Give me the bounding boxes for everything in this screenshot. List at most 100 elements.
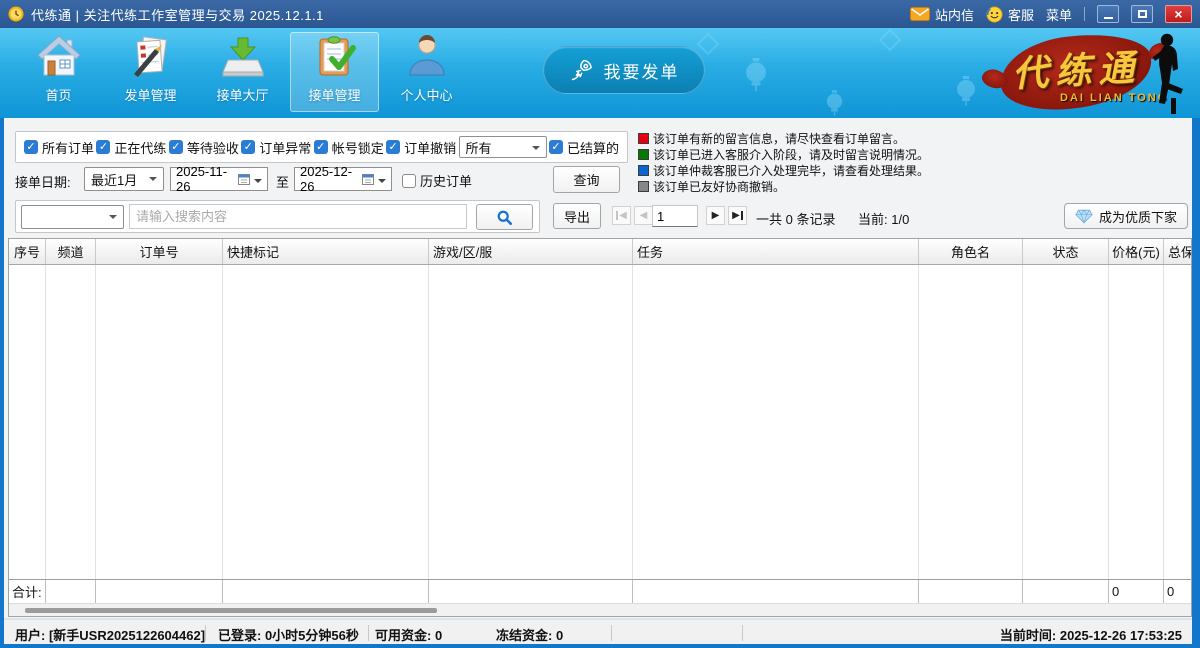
nav-items: 首页发单管理接单大厅接单管理个人中心	[14, 32, 474, 112]
date-to-input[interactable]: 2025-12-26	[294, 167, 392, 191]
titlebar[interactable]: 代练通 | 关注代练工作室管理与交易 2025.12.1.1 站内信 客服 菜单…	[0, 0, 1200, 28]
column-header-2[interactable]: 频道	[46, 239, 96, 264]
column-header-8[interactable]: 状态	[1023, 239, 1109, 264]
date-from-value: 2025-11-26	[176, 164, 234, 194]
publish-label: 我要发单	[604, 58, 680, 83]
nav-item-profile[interactable]: 个人中心	[382, 32, 471, 112]
cancel-filter-value: 所有	[466, 138, 492, 157]
customer-service-button[interactable]: 客服	[986, 5, 1034, 24]
filter-checkbox-5-label: 帐号锁定	[332, 138, 384, 157]
status-frozen-funds: 冻结资金: 0	[496, 625, 563, 644]
menu-label: 菜单	[1046, 5, 1072, 24]
filter-checkbox-5[interactable]: ✓ 帐号锁定	[314, 138, 384, 157]
column-header-1[interactable]: 序号	[9, 239, 46, 264]
nav-item-order-hall[interactable]: 接单大厅	[198, 32, 287, 112]
rocket-icon	[569, 57, 595, 83]
export-button[interactable]: 导出	[553, 203, 601, 229]
total-cell-7	[919, 580, 1023, 603]
history-orders-checkbox[interactable]: 历史订单	[402, 171, 472, 190]
column-header-6[interactable]: 任务	[633, 239, 919, 264]
body-column	[1164, 265, 1192, 579]
window-frame	[1192, 118, 1200, 648]
history-orders-label: 历史订单	[420, 171, 472, 190]
nav-item-post-manage[interactable]: 发单管理	[106, 32, 195, 112]
date-from-input[interactable]: 2025-11-26	[170, 167, 268, 191]
body-column	[429, 265, 633, 579]
page-number-input[interactable]	[652, 205, 698, 227]
column-header-9[interactable]: 价格(元)	[1109, 239, 1164, 264]
checkbox-icon: ✓	[241, 140, 255, 154]
query-button[interactable]: 查询	[553, 166, 620, 193]
search-field-select[interactable]	[21, 205, 124, 229]
filter-checkbox-2[interactable]: ✓正在代练	[96, 138, 166, 157]
body-column	[919, 265, 1023, 579]
next-page-button[interactable]: ▶	[706, 206, 725, 225]
search-icon	[496, 209, 513, 226]
search-button[interactable]	[476, 204, 533, 230]
filter-checkbox-4[interactable]: ✓ 订单异常	[241, 138, 311, 157]
checkbox-icon: ✓	[314, 140, 328, 154]
home-icon	[35, 33, 83, 79]
column-header-10[interactable]: 总保	[1164, 239, 1192, 264]
next-page-icon: ▶	[712, 210, 720, 221]
legend-color-icon	[638, 149, 649, 160]
status-available-funds: 可用资金: 0	[375, 625, 442, 644]
body-column	[96, 265, 223, 579]
site-mail-button[interactable]: 站内信	[910, 5, 974, 24]
last-page-button[interactable]: ▶	[728, 206, 747, 225]
checkbox-icon: ✓	[24, 140, 38, 154]
app-window: 代练通 | 关注代练工作室管理与交易 2025.12.1.1 站内信 客服 菜单…	[0, 0, 1200, 648]
publish-order-button[interactable]: 我要发单	[543, 46, 705, 94]
body-column	[1109, 265, 1164, 579]
service-label: 客服	[1008, 5, 1034, 24]
filter-checkbox-1[interactable]: ✓所有订单	[24, 138, 94, 157]
total-cell-1: 合计:	[9, 580, 46, 603]
table-header-row: 序号频道订单号快捷标记游戏/区/服任务角色名状态价格(元)总保	[9, 239, 1191, 265]
close-button[interactable]: ×	[1165, 5, 1192, 23]
legend-row: 该订单已进入客服介入阶段，请及时留言说明情况。	[638, 146, 929, 162]
window-frame	[0, 644, 1200, 648]
cancel-filter-select[interactable]: 所有	[459, 136, 547, 158]
settled-checkbox[interactable]: ✓已结算的	[549, 138, 619, 157]
body-column	[46, 265, 96, 579]
prev-page-button[interactable]: ◀	[634, 206, 653, 225]
lantern-decoration	[745, 58, 767, 96]
total-cell-8	[1023, 580, 1109, 603]
order-manage-icon	[311, 33, 359, 79]
scrollbar-thumb[interactable]	[25, 608, 437, 613]
filter-checkbox-3[interactable]: ✓等待验收	[169, 138, 239, 157]
mail-label: 站内信	[935, 5, 974, 24]
column-header-3[interactable]: 订单号	[96, 239, 223, 264]
column-header-4[interactable]: 快捷标记	[223, 239, 429, 264]
nav-item-home[interactable]: 首页	[14, 32, 103, 112]
legend-row: 该订单已友好协商撤销。	[638, 178, 929, 194]
column-header-5[interactable]: 游戏/区/服	[429, 239, 633, 264]
date-to-label: 至	[276, 172, 289, 191]
date-range-select[interactable]: 最近1月	[84, 167, 164, 191]
nav-bar: 首页发单管理接单大厅接单管理个人中心 我要发单 代练通 DAI LIAN TON…	[0, 28, 1200, 118]
total-cell-2	[46, 580, 96, 603]
checkbox-icon: ✓	[96, 140, 110, 154]
status-login-time: 已登录: 0小时5分钟56秒	[218, 625, 359, 644]
calendar-icon	[238, 173, 250, 185]
column-header-7[interactable]: 角色名	[919, 239, 1023, 264]
mail-icon	[910, 7, 930, 21]
nav-item-order-manage[interactable]: 接单管理	[290, 32, 379, 112]
total-cell-10: 0	[1164, 580, 1192, 603]
quality-buyer-button[interactable]: 成为优质下家	[1064, 203, 1188, 229]
first-page-icon	[616, 211, 618, 220]
minimize-button[interactable]	[1097, 5, 1119, 23]
table-body	[9, 265, 1191, 579]
post-manage-icon	[127, 33, 175, 79]
search-input[interactable]	[129, 204, 467, 229]
table-total-row: 合计:00	[9, 579, 1191, 603]
first-page-button[interactable]: ◀	[612, 206, 631, 225]
maximize-button[interactable]	[1131, 5, 1153, 23]
order-hall-icon	[219, 33, 267, 79]
logo-text: 代练通	[1011, 39, 1143, 98]
legend-text: 该订单仲裁客服已介入处理完毕，请查看处理结果。	[653, 162, 929, 179]
filter-checkbox-4-label: 订单异常	[259, 138, 311, 157]
horizontal-scrollbar[interactable]	[9, 603, 1191, 616]
menu-button[interactable]: 菜单	[1046, 5, 1072, 24]
filter-checkbox-6[interactable]: ✓订单撤销	[386, 138, 456, 157]
